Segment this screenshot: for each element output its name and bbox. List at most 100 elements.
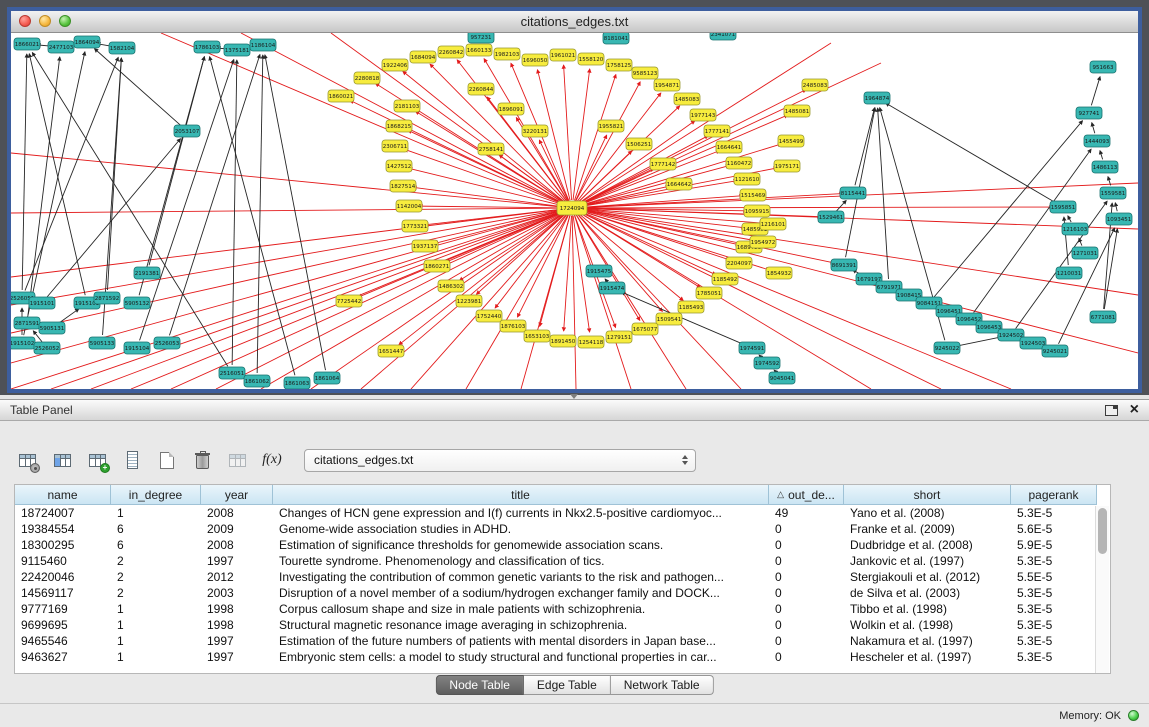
column-header-year[interactable]: year (201, 485, 273, 505)
table-row[interactable]: 1938455462009Genome-wide association stu… (15, 521, 1110, 537)
graph-node[interactable]: 1915475 (586, 265, 612, 277)
add-column-icon[interactable]: + (84, 448, 110, 472)
graph-node[interactable]: 1444093 (1084, 135, 1110, 147)
graph-node[interactable]: 1891450 (550, 335, 576, 347)
row-view-icon[interactable] (119, 448, 145, 472)
table-row[interactable]: 1456911722003Disruption of a novel membe… (15, 585, 1110, 601)
graph-node[interactable]: 6771081 (1090, 311, 1116, 323)
graph-node[interactable]: 8181041 (603, 33, 629, 44)
graph-node[interactable]: 1915104 (124, 342, 150, 354)
table-row[interactable]: 911546021997Tourette syndrome. Phenomeno… (15, 553, 1110, 569)
graph-node[interactable]: 1961021 (550, 49, 576, 61)
graph-node[interactable]: 927741 (1076, 107, 1102, 119)
graph-node[interactable]: 1515469 (740, 189, 766, 201)
network-canvas[interactable]: 1724094186002122808181922406168409422608… (11, 33, 1138, 389)
graph-node[interactable]: 5905131 (39, 322, 65, 334)
graph-node[interactable]: 3220131 (522, 125, 548, 137)
graph-node[interactable]: 1752440 (476, 310, 502, 322)
graph-node[interactable]: 1922406 (382, 59, 408, 71)
graph-node[interactable]: 5905132 (124, 297, 150, 309)
graph-node[interactable]: 8115441 (840, 187, 866, 199)
table-row[interactable]: 2242004622012Investigating the contribut… (15, 569, 1110, 585)
graph-node[interactable]: 2758141 (478, 143, 504, 155)
graph-node[interactable]: 1860271 (424, 260, 450, 272)
graph-hub-node[interactable]: 1724094 (557, 201, 587, 215)
graph-node[interactable]: 1915474 (599, 282, 625, 294)
graph-node[interactable]: 1785051 (696, 287, 722, 299)
graph-node[interactable]: 1595851 (1050, 201, 1076, 213)
graph-node[interactable]: 2280818 (354, 72, 380, 84)
graph-node[interactable]: 2204097 (726, 257, 752, 269)
graph-node[interactable]: 2053107 (174, 125, 200, 137)
graph-node[interactable]: 5905133 (89, 337, 115, 349)
graph-node[interactable]: 1223981 (456, 295, 482, 307)
scrollbar-thumb[interactable] (1098, 508, 1107, 554)
table-selector-dropdown[interactable]: citations_edges.txt (304, 449, 696, 472)
graph-node[interactable]: 1582104 (109, 42, 135, 54)
graph-node[interactable]: 2191381 (134, 267, 160, 279)
graph-node[interactable]: 951663 (1090, 61, 1116, 73)
column-header-name[interactable]: name (15, 485, 111, 505)
graph-node[interactable]: 2871591 (14, 317, 40, 329)
graph-node[interactable]: 1675077 (632, 323, 658, 335)
column-header-title[interactable]: title (273, 485, 769, 505)
graph-node[interactable]: 2181103 (394, 100, 420, 112)
graph-node[interactable]: 1095915 (744, 205, 770, 217)
show-columns-icon[interactable] (49, 448, 75, 472)
graph-node[interactable]: 1868215 (386, 120, 412, 132)
graph-node[interactable]: 2306711 (382, 140, 408, 152)
table-scrollbar[interactable] (1095, 506, 1109, 673)
graph-node[interactable]: 2871592 (94, 292, 120, 304)
graph-node[interactable]: 1975171 (774, 160, 800, 172)
graph-node[interactable]: 1651447 (378, 345, 404, 357)
tab-node-table[interactable]: Node Table (435, 675, 524, 695)
window-titlebar[interactable]: citations_edges.txt (11, 11, 1138, 33)
graph-node[interactable]: 1758125 (606, 59, 632, 71)
table-settings-icon[interactable] (14, 448, 40, 472)
graph-node[interactable]: 1142004 (396, 200, 422, 212)
close-panel-icon[interactable]: × (1130, 403, 1139, 417)
graph-node[interactable]: 2516051 (219, 367, 245, 379)
column-header-in_degree[interactable]: in_degree (111, 485, 201, 505)
graph-node[interactable]: 2526053 (154, 337, 180, 349)
graph-node[interactable]: 1485081 (784, 105, 810, 117)
graph-node[interactable]: 1861062 (244, 375, 270, 387)
import-table-icon[interactable] (224, 448, 250, 472)
minimize-window-button[interactable] (39, 15, 51, 27)
graph-node[interactable]: 1375181 (224, 44, 250, 56)
graph-node[interactable]: 1216101 (760, 218, 786, 230)
graph-node[interactable]: 1864094 (74, 36, 100, 48)
graph-node[interactable]: 1954871 (654, 79, 680, 91)
graph-node[interactable]: 1486302 (438, 280, 464, 292)
tab-edge-table[interactable]: Edge Table (524, 675, 611, 695)
graph-node[interactable]: 1216103 (1062, 223, 1088, 235)
table-row[interactable]: 946554611997Estimation of the future num… (15, 633, 1110, 649)
graph-node[interactable]: 1977143 (690, 109, 716, 121)
graph-node[interactable]: 1896091 (498, 103, 524, 115)
graph-node[interactable]: 1777142 (650, 158, 676, 170)
graph-node[interactable]: 1509541 (656, 313, 682, 325)
table-row[interactable]: 1830029562008Estimation of significance … (15, 537, 1110, 553)
graph-node[interactable]: 1210031 (1056, 267, 1082, 279)
graph-node[interactable]: 2477103 (48, 41, 74, 53)
graph-node[interactable]: 2260844 (468, 83, 494, 95)
graph-node[interactable]: 1696050 (522, 54, 548, 66)
graph-node[interactable]: 1915102 (11, 337, 35, 349)
table-row[interactable]: 977716911998Corpus callosum shape and si… (15, 601, 1110, 617)
graph-node[interactable]: 9245021 (1042, 345, 1068, 357)
graph-node[interactable]: 1558120 (578, 53, 604, 65)
graph-node[interactable]: 8691391 (831, 259, 857, 271)
trash-icon[interactable] (189, 448, 215, 472)
graph-node[interactable]: 1974591 (739, 342, 765, 354)
network-graph[interactable]: 1724094186002122808181922406168409422608… (11, 33, 1138, 389)
graph-node[interactable]: 1254118 (578, 336, 604, 348)
column-header-pagerank[interactable]: pagerank (1011, 485, 1097, 505)
graph-node[interactable]: 957231 (468, 33, 494, 43)
graph-node[interactable]: 1160472 (726, 157, 752, 169)
graph-node[interactable]: 1861064 (314, 372, 340, 384)
close-window-button[interactable] (19, 15, 31, 27)
graph-node[interactable]: 1664641 (716, 141, 742, 153)
graph-node[interactable]: 1854932 (766, 267, 792, 279)
new-file-icon[interactable] (154, 448, 180, 472)
graph-node[interactable]: 1866021 (14, 38, 40, 50)
